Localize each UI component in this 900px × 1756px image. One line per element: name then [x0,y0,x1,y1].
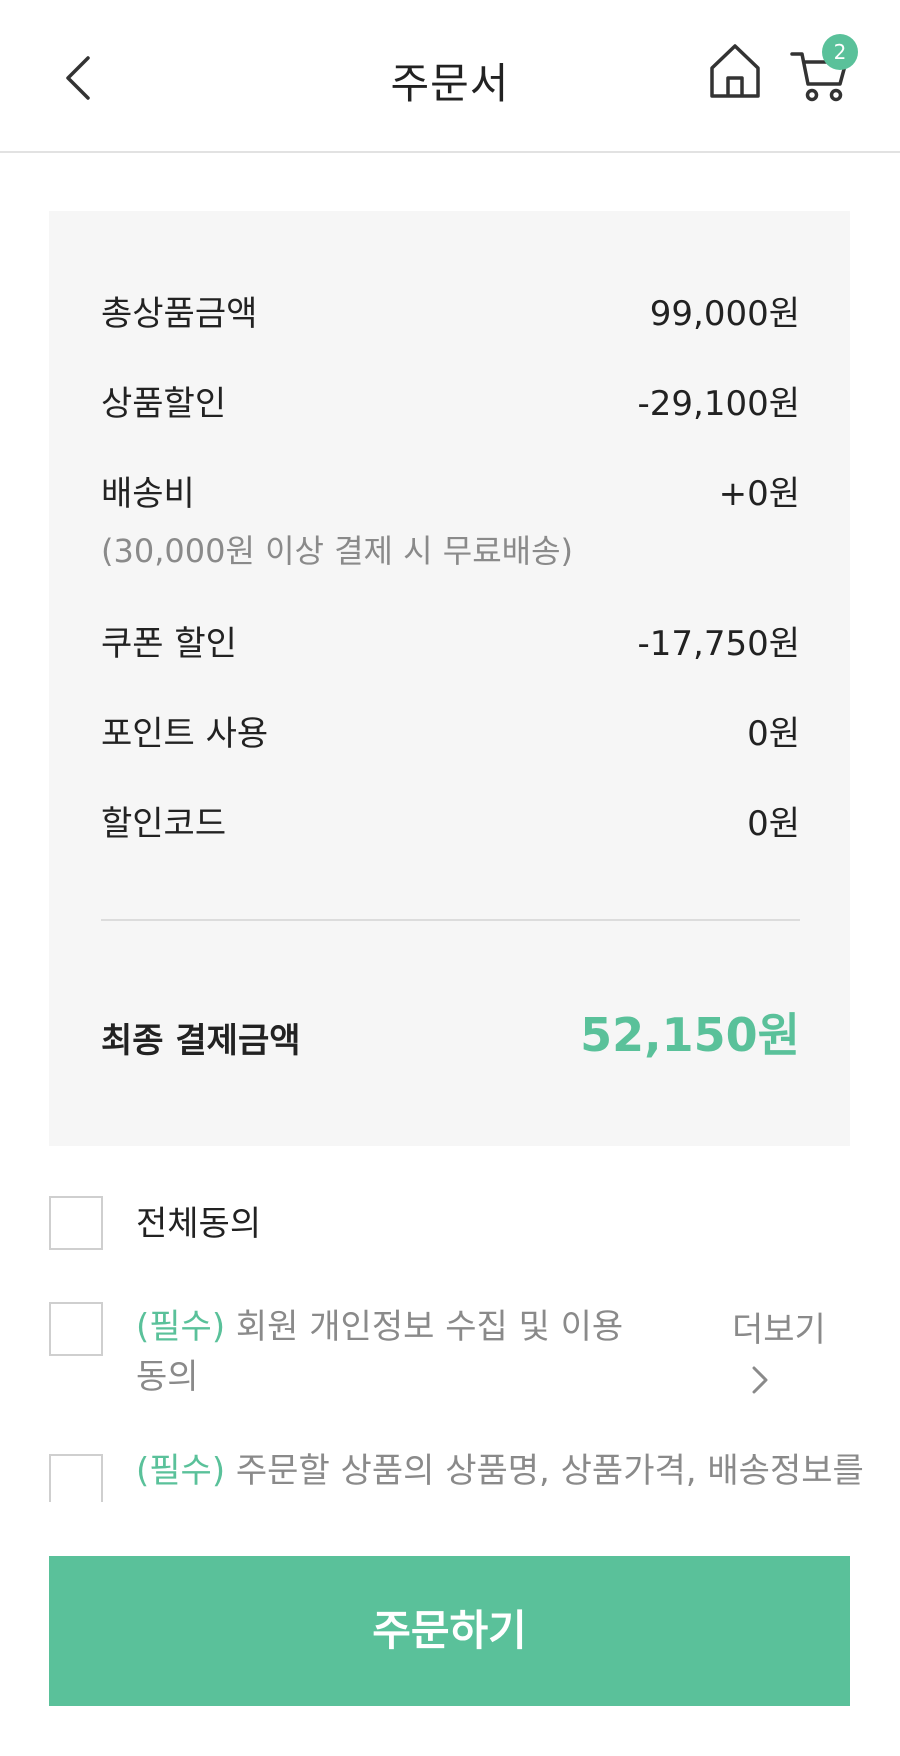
home-button[interactable] [708,42,762,102]
shipping-note: (30,000원 이상 결제 시 무료배송) [101,532,574,570]
summary-label: 배송비 [101,474,195,514]
summary-value: -29,100원 [637,384,800,424]
agreement-text-line1: 회원 개인정보 수집 및 이용 [225,1307,624,1347]
summary-value: 0원 [747,804,800,844]
agree-privacy-text[interactable]: (필수) 회원 개인정보 수집 및 이용 동의 [136,1302,656,1402]
home-icon [710,44,760,98]
summary-value: 99,000원 [649,294,800,334]
view-more-link[interactable]: 더보기 [732,1302,832,1402]
chevron-right-icon [752,1366,768,1394]
agree-product-info-text[interactable]: (필수) 주문할 상품의 상품명, 상품가격, 배송정보를 [136,1446,864,1496]
summary-label: 총상품금액 [101,294,258,334]
required-tag: (필수) [136,1451,226,1491]
page-title: 주문서 [390,59,510,108]
summary-label: 포인트 사용 [101,714,269,754]
agree-product-info-checkbox[interactable] [49,1454,103,1502]
payment-summary: 총상품금액 99,000원 상품할인 -29,100원 배송비 +0원 (30,… [49,211,850,1146]
agree-privacy-checkbox[interactable] [49,1302,103,1356]
summary-value: -17,750원 [637,624,800,664]
order-page: 주문서 2 총상품금액 99,000원 상품할인 -29,100원 배송비 +0… [0,0,900,1756]
agreement-text-line1: 주문할 상품의 상품명, 상품가격, 배송정보를 [225,1451,864,1491]
agreement-text-line2: 동의 [136,1357,199,1397]
agree-all-label[interactable]: 전체동의 [136,1196,261,1245]
order-button[interactable]: 주문하기 [49,1556,850,1706]
agreement-item-clipped: (필수) 주문할 상품의 상품명, 상품가격, 배송정보를 [0,1440,900,1502]
final-amount-label: 최종 결제금액 [101,1021,301,1061]
summary-divider [101,919,800,921]
final-amount-value: 52,150원 [580,1008,800,1062]
header: 주문서 2 [0,0,900,153]
cart-count-badge: 2 [822,34,858,70]
summary-label: 쿠폰 할인 [101,624,237,664]
view-more-label: 더보기 [732,1310,826,1350]
summary-value: 0원 [747,714,800,754]
agree-all-checkbox[interactable] [49,1196,103,1250]
summary-label: 상품할인 [101,384,227,424]
summary-value: +0원 [718,474,800,514]
required-tag: (필수) [136,1307,226,1347]
summary-label: 할인코드 [101,804,227,844]
